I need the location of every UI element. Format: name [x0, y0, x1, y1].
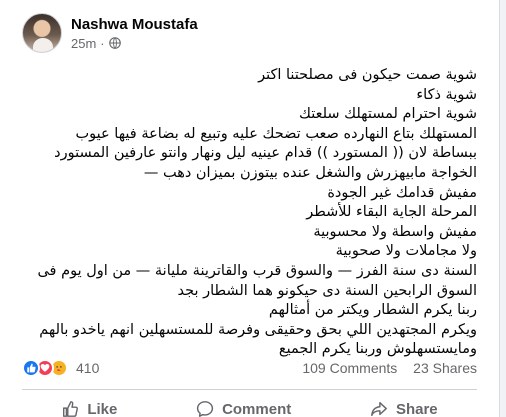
post-subline: 25m · [71, 36, 198, 51]
comment-button[interactable]: Comment [196, 400, 291, 417]
post-actions: Like Comment Share [22, 395, 477, 417]
globe-icon[interactable] [108, 37, 121, 49]
reaction-count: 410 [76, 360, 100, 376]
post-header: Nashwa Moustafa 25m · [22, 9, 198, 57]
post-line: مفيش واسطة ولا محسوبية [313, 223, 477, 240]
post-line: الخواجة مابيهزرش والشغل عنده بيتوزن بميز… [143, 164, 477, 181]
thumbs-up-icon [63, 401, 79, 417]
post-line: المرحلة الجاية البقاء للأشطر [306, 204, 477, 221]
post-line: شوية ذكاء [416, 86, 477, 103]
share-button[interactable]: Share [370, 400, 438, 417]
comment-label: Comment [222, 400, 292, 417]
like-reaction-icon [22, 359, 40, 377]
author-name[interactable]: Nashwa Moustafa [71, 16, 198, 33]
like-label: Like [87, 400, 118, 417]
post-line: المستهلك بتاع النهارده صعب تضحك عليه وتب… [75, 125, 477, 142]
like-button[interactable]: Like [61, 400, 117, 417]
share-label: Share [395, 400, 438, 417]
post-line: شوية احترام لمستهلك سلعتك [298, 106, 477, 123]
comment-bubble-icon [196, 401, 214, 417]
separator-dot: · [100, 35, 105, 51]
post-line: مفيش قدامك غير الجودة [327, 184, 477, 201]
post-line: ولا مجاملات ولا صحوبية [335, 243, 477, 260]
comments-count[interactable]: 109 Comments [302, 360, 397, 376]
post-line: السوق الرابحين السنة دى حيكونو هما الشطا… [177, 282, 477, 299]
post-line: ربنا يكرم الشطار ويكتر من أمثالهم [268, 302, 477, 319]
share-arrow-icon [371, 401, 387, 417]
post-card: Nashwa Moustafa 25m · شوية صمت حيكون فى … [0, 0, 500, 417]
post-text: شوية صمت حيكون فى مصلحتنا اكتر شوية ذكاء… [7, 66, 477, 360]
reaction-summary[interactable]: 410 [22, 359, 99, 377]
post-stats: 410 109 Comments 23 Shares [22, 356, 477, 380]
post-time[interactable]: 25m [71, 36, 96, 51]
post-line: ببساطة لان (( المستورد )) قدام عينيه ليل… [54, 145, 477, 162]
author-avatar[interactable] [22, 13, 62, 53]
shares-count[interactable]: 23 Shares [413, 360, 477, 376]
post-line: السنة دى سنة الفرز — والسوق قرب والقاتري… [37, 262, 477, 279]
post-line: شوية صمت حيكون فى مصلحتنا اكتر [258, 67, 477, 83]
post-line: ويكرم المجتهدين اللي بحق وحقيقى وفرصة لل… [39, 321, 477, 338]
actions-divider [22, 389, 477, 390]
engagement-counts: 109 Comments 23 Shares [290, 360, 477, 376]
post-meta: Nashwa Moustafa 25m · [71, 16, 198, 51]
